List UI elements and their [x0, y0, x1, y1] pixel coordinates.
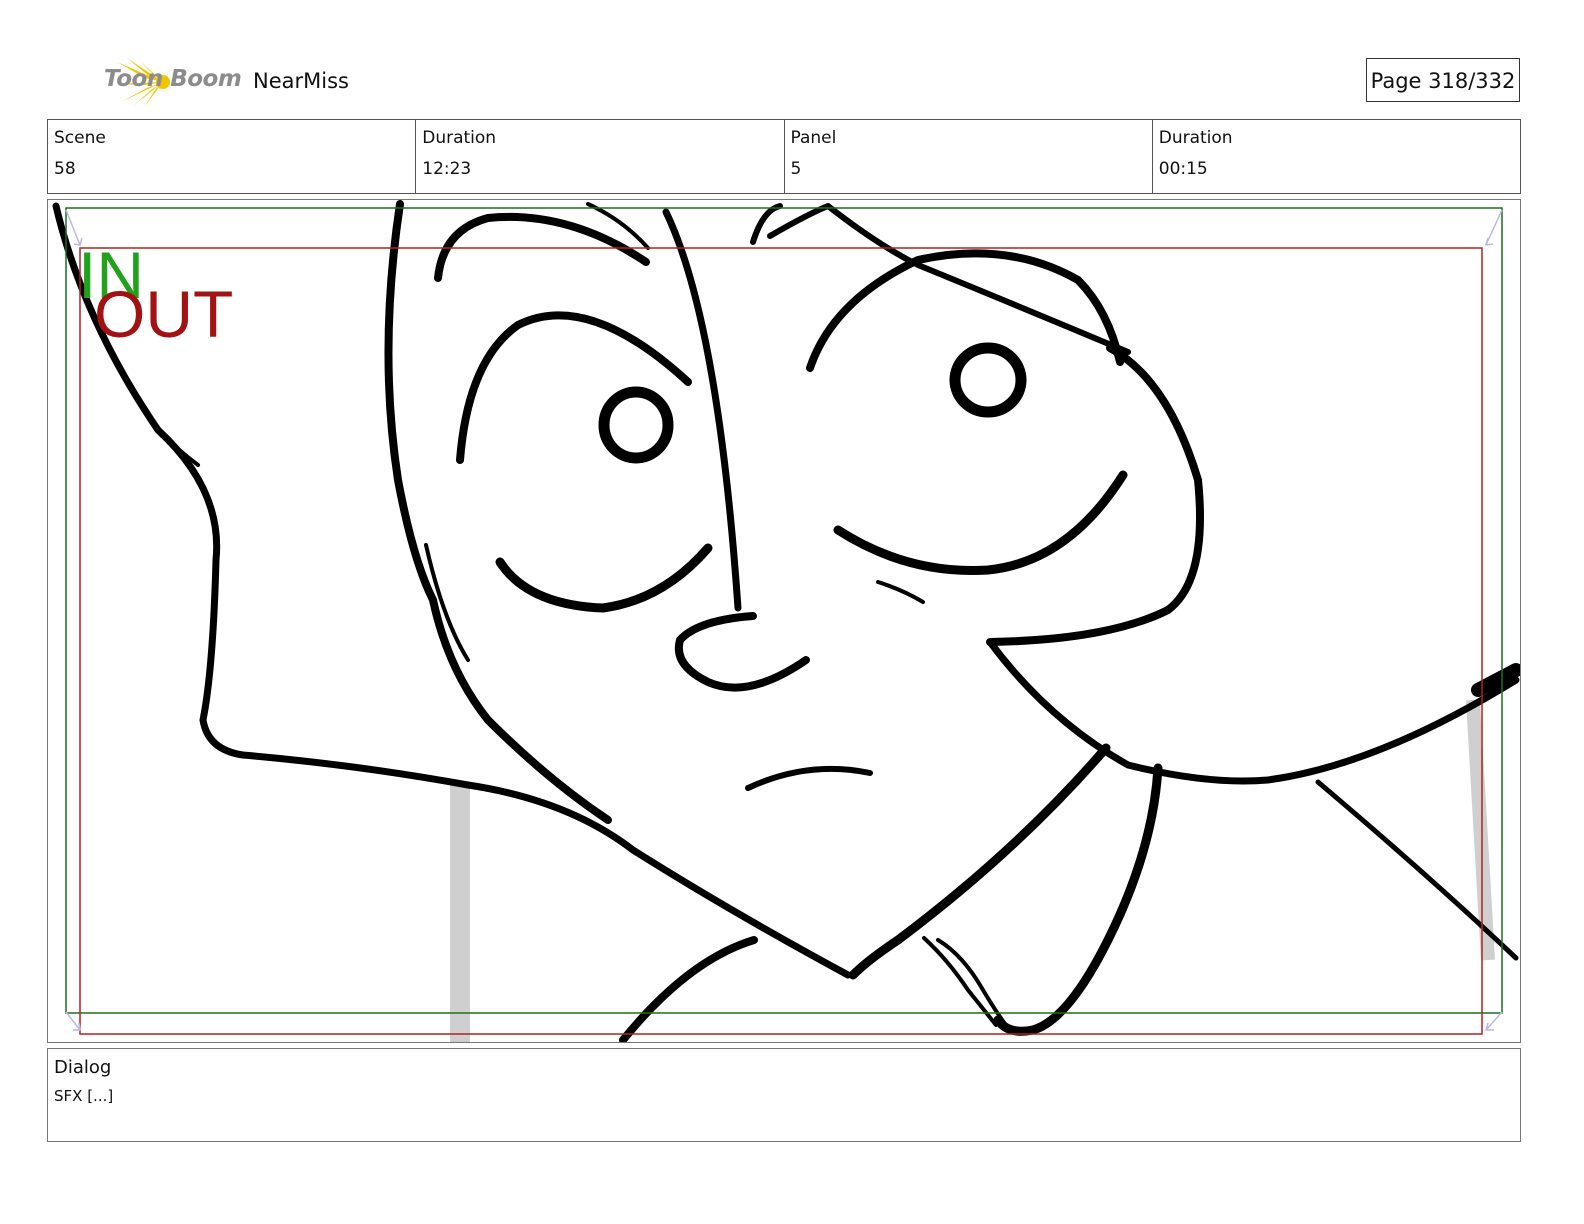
scene-label: Scene	[54, 128, 106, 148]
panel-label: Panel	[790, 128, 837, 148]
scene-cell: Scene 58	[48, 120, 417, 193]
panel-drawing: IN OUT	[52, 200, 1520, 1042]
dialog-text: SFX [...]	[54, 1087, 114, 1105]
panel-cell: Panel 5	[785, 120, 1153, 193]
camera-corner-arrows	[65, 209, 1503, 1031]
out-marker: OUT	[94, 277, 233, 351]
scene-duration-label: Duration	[422, 128, 497, 148]
scene-duration-value: 12:23	[422, 159, 472, 179]
page-indicator: Page 318/332	[1366, 58, 1520, 102]
storyboard-panel: IN OUT	[47, 199, 1521, 1043]
in-safe-frame	[65, 207, 1503, 1014]
panel-duration-label: Duration	[1158, 128, 1233, 148]
project-title: NearMiss	[253, 69, 349, 93]
scene-duration-cell: Duration 12:23	[416, 120, 785, 193]
logo-wordmark: Toon Boom	[104, 66, 242, 92]
dialog-box: Dialog SFX [...]	[47, 1048, 1521, 1142]
out-safe-frame	[79, 247, 1483, 1035]
dialog-label: Dialog	[54, 1057, 112, 1078]
character-line-art	[52, 200, 1520, 1042]
scene-info-table: Scene 58 Duration 12:23 Panel 5 Duration…	[47, 119, 1521, 194]
panel-duration-cell: Duration 00:15	[1153, 120, 1520, 193]
panel-value: 5	[790, 159, 802, 179]
panel-duration-value: 00:15	[1158, 159, 1208, 179]
scene-value: 58	[54, 159, 76, 179]
